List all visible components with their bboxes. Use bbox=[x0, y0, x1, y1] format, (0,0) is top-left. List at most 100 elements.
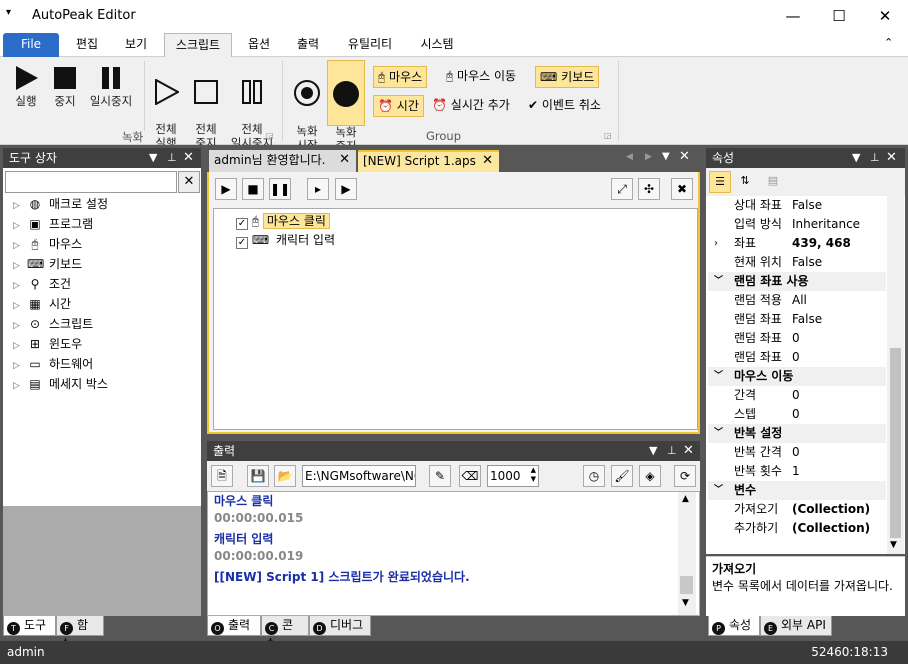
expand-arrow-icon[interactable]: ▷ bbox=[13, 336, 27, 356]
expand-arrow-icon[interactable]: ▷ bbox=[13, 376, 27, 396]
clear-search-button[interactable]: ✕ bbox=[178, 171, 200, 193]
script-item-char-input[interactable]: ✓ ⌨ 캐릭터 입력 bbox=[236, 231, 338, 249]
tree-item[interactable]: ▷ ▤ 메세지 박스 bbox=[13, 374, 108, 394]
time-toggle[interactable]: ⏰ 시간 bbox=[373, 95, 424, 117]
collapse-ribbon-icon[interactable]: ⌃ bbox=[884, 36, 893, 49]
refresh-button[interactable]: ⟳ bbox=[674, 465, 696, 487]
record-start-button[interactable]: 녹화 시작 bbox=[288, 65, 326, 152]
property-category[interactable]: ﹀ 랜덤 좌표 사용 bbox=[708, 272, 886, 291]
expand-arrow-icon[interactable]: ▷ bbox=[13, 316, 27, 336]
close-icon[interactable]: ✕ bbox=[183, 148, 194, 168]
collapse-arrow-icon[interactable]: ﹀ bbox=[714, 367, 723, 386]
tree-item[interactable]: ▷ ⊞ 윈도우 bbox=[13, 334, 82, 354]
tree-item[interactable]: ▷ ▦ 시간 bbox=[13, 294, 71, 314]
save-button[interactable]: 💾 bbox=[247, 465, 269, 487]
pin-icon[interactable]: ⊥ bbox=[167, 148, 177, 168]
script-run-button[interactable]: ▶ bbox=[215, 178, 237, 200]
expand-arrow-icon[interactable]: › bbox=[714, 234, 718, 253]
tree-item[interactable]: ▷ ▣ 프로그램 bbox=[13, 214, 93, 234]
tab-file[interactable]: File bbox=[3, 33, 59, 57]
property-row[interactable]: 상대 좌표 False bbox=[708, 196, 886, 215]
sort-az-button[interactable]: ⇅ bbox=[734, 171, 756, 193]
expand-arrow-icon[interactable]: ▷ bbox=[13, 356, 27, 376]
close-button[interactable]: ✕ bbox=[862, 0, 908, 32]
path-input[interactable]: E:\NGMsoftware\NG bbox=[302, 465, 416, 487]
maximize-button[interactable]: ☐ bbox=[816, 0, 862, 32]
expand-arrow-icon[interactable]: ▷ bbox=[13, 216, 27, 236]
checkbox[interactable]: ✓ bbox=[236, 237, 248, 249]
wand-button[interactable]: ✎ bbox=[429, 465, 451, 487]
tab-options[interactable]: 옵션 bbox=[238, 33, 280, 57]
property-row[interactable]: 스텝 0 bbox=[708, 405, 886, 424]
stop-all-button[interactable]: 전체 중지 bbox=[186, 65, 226, 150]
script-stop-button[interactable]: ■ bbox=[242, 178, 264, 200]
collapse-all-button[interactable]: ✣ bbox=[638, 178, 660, 200]
group-launcher-icon[interactable]: ◲ bbox=[604, 131, 612, 140]
spin-icon[interactable]: ▲ ▼ bbox=[531, 466, 536, 484]
close-document-icon[interactable]: ✕ bbox=[679, 149, 690, 164]
property-row[interactable]: 간격 0 bbox=[708, 386, 886, 405]
group-launcher-icon[interactable]: ◲ bbox=[266, 131, 274, 140]
expand-arrow-icon[interactable]: ▷ bbox=[13, 256, 27, 276]
tab-debug[interactable]: D 디버그 bbox=[309, 616, 371, 636]
count-stepper[interactable]: 1000 ▲ ▼ bbox=[487, 465, 539, 487]
realtime-add-toggle[interactable]: ⏰ 실시간 추가 bbox=[428, 95, 514, 117]
expand-arrow-icon[interactable]: ▷ bbox=[13, 276, 27, 296]
tab-external-api[interactable]: E 외부 API bbox=[760, 616, 832, 636]
tree-item[interactable]: ▷ ▭ 하드웨어 bbox=[13, 354, 93, 374]
tree-item[interactable]: ▷ ⚲ 조건 bbox=[13, 274, 71, 294]
event-cancel-toggle[interactable]: ✔ 이벤트 취소 bbox=[524, 95, 605, 117]
tab-script[interactable]: 스크립트 bbox=[164, 33, 232, 57]
run-all-button[interactable]: 전체 실행 bbox=[146, 65, 186, 150]
brush-button[interactable]: 🖌 bbox=[611, 465, 633, 487]
close-icon[interactable]: ✕ bbox=[886, 148, 897, 168]
checkbox[interactable]: ✓ bbox=[236, 218, 248, 230]
toolbox-search-input[interactable] bbox=[5, 171, 177, 193]
property-category[interactable]: ﹀ 마우스 이동 bbox=[708, 367, 886, 386]
property-row[interactable]: › 좌표 439, 468 bbox=[708, 234, 886, 253]
tab-scroll-left-icon[interactable]: ◀ bbox=[626, 152, 633, 162]
script-item-mouse-click[interactable]: ✓ 🖰 마우스 클릭 bbox=[236, 212, 330, 230]
minimize-button[interactable]: — bbox=[770, 0, 816, 32]
tab-edit[interactable]: 편집 bbox=[66, 33, 108, 57]
eraser-button[interactable]: ⌫ bbox=[459, 465, 481, 487]
property-row[interactable]: 입력 방식 Inheritance bbox=[708, 215, 886, 234]
collapse-arrow-icon[interactable]: ﹀ bbox=[714, 481, 723, 500]
tree-item[interactable]: ▷ ⌨ 키보드 bbox=[13, 254, 82, 274]
expand-all-button[interactable]: ⤢ bbox=[611, 178, 633, 200]
property-row[interactable]: 추가하기 (Collection) bbox=[708, 519, 886, 538]
property-category[interactable]: ﹀ 변수 bbox=[708, 481, 886, 500]
delete-button[interactable]: ✖ bbox=[671, 178, 693, 200]
open-folder-button[interactable]: 📂 bbox=[274, 465, 296, 487]
script-pause-button[interactable]: ❚❚ bbox=[269, 178, 291, 200]
mouse-toggle[interactable]: 🖰 마우스 bbox=[373, 66, 428, 88]
property-row[interactable]: 랜덤 좌표 0 bbox=[708, 329, 886, 348]
dropdown-icon[interactable]: ▼ bbox=[852, 148, 860, 168]
tab-functions[interactable]: F함수 bbox=[56, 616, 104, 651]
property-pages-button[interactable]: ▤ bbox=[762, 171, 784, 193]
tab-properties[interactable]: P 속성 bbox=[708, 616, 760, 636]
fill-button[interactable]: ◈ bbox=[639, 465, 661, 487]
tab-view[interactable]: 보기 bbox=[115, 33, 157, 57]
close-tab-icon[interactable]: ✕ bbox=[339, 150, 350, 170]
tab-system[interactable]: 시스템 bbox=[410, 33, 464, 57]
clock-button[interactable]: ◷ bbox=[583, 465, 605, 487]
mouse-move-toggle[interactable]: 🖰 마우스 이동 bbox=[442, 66, 520, 88]
tree-item[interactable]: ▷ 🖰 마우스 bbox=[13, 234, 82, 254]
tab-welcome[interactable]: admin님 환영합니다. ✕ bbox=[209, 150, 356, 172]
property-row[interactable]: 랜덤 좌표 False bbox=[708, 310, 886, 329]
tab-console[interactable]: C콘솔 bbox=[261, 616, 309, 651]
property-row[interactable]: 반복 횟수 1 bbox=[708, 462, 886, 481]
property-row[interactable]: 반복 간격 0 bbox=[708, 443, 886, 462]
property-row[interactable]: 가져오기 (Collection) bbox=[708, 500, 886, 519]
categorized-button[interactable]: ☰ bbox=[709, 171, 731, 193]
property-category[interactable]: ﹀ 반복 설정 bbox=[708, 424, 886, 443]
stop-button[interactable]: 중지 bbox=[44, 65, 86, 108]
pause-button[interactable]: 일시중지 bbox=[86, 65, 136, 108]
tab-script1[interactable]: [NEW] Script 1.aps ✕ bbox=[358, 150, 499, 172]
keyboard-toggle[interactable]: ⌨ 키보드 bbox=[535, 66, 600, 88]
collapse-arrow-icon[interactable]: ﹀ bbox=[714, 272, 723, 291]
property-row[interactable]: 랜덤 적용 All bbox=[708, 291, 886, 310]
step-over-button[interactable]: ▶ bbox=[335, 178, 357, 200]
output-file-button[interactable]: 🗎 bbox=[211, 465, 233, 487]
